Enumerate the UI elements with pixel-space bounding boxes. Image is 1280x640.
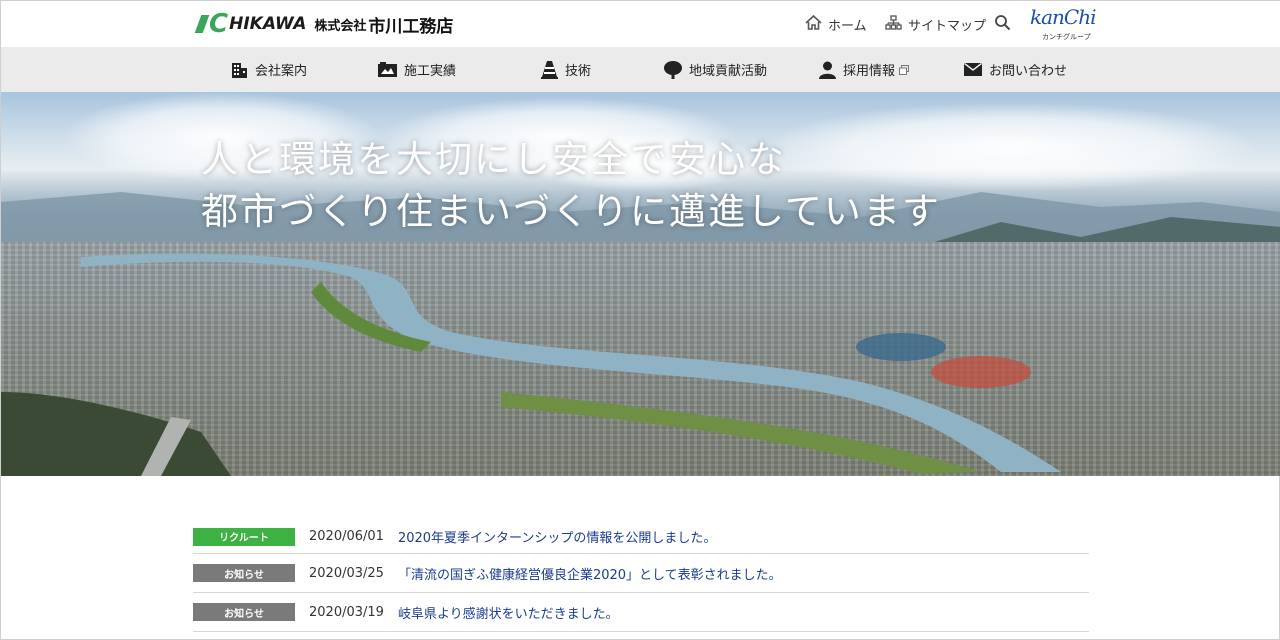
hero-catchcopy: 人と環境を大切にし安全で安心な 都市づくり住まいづくりに邁進しています	[201, 134, 941, 238]
sitemap-label: サイトマップ	[908, 19, 987, 34]
news-list: リクルート 2020/06/01 2020年夏季インターンシップの情報を公開しま…	[193, 520, 1089, 632]
logo-company-name: 市川工務店	[368, 16, 454, 37]
house-icon	[805, 14, 822, 34]
group-logo-text: kanChi	[1030, 5, 1097, 29]
nav-label: 会社案内	[255, 64, 308, 79]
sitemap-link[interactable]: サイトマップ	[885, 15, 986, 34]
hero-banner: 人と環境を大切にし安全で安心な 都市づくり住まいづくりに邁進しています	[1, 92, 1280, 476]
external-window-icon	[899, 64, 910, 75]
building-icon	[232, 63, 247, 78]
group-logo-subtext: カンチグループ	[1042, 33, 1091, 41]
nav-company-info[interactable]: 会社案内	[231, 47, 307, 92]
river-graphic	[1, 253, 1061, 476]
news-item[interactable]: お知らせ 2020/03/25 「清流の国ぎふ健康経営優良企業2020」として表…	[193, 554, 1089, 593]
news-item[interactable]: リクルート 2020/06/01 2020年夏季インターンシップの情報を公開しま…	[193, 520, 1089, 554]
nav-contact[interactable]: お問い合わせ	[964, 47, 1067, 92]
cone-icon	[541, 60, 558, 79]
nav-label: お問い合わせ	[989, 64, 1068, 79]
nav-works[interactable]: 施工実績	[378, 47, 456, 92]
site-header: C HIKAWA 株式会社 市川工務店 ホーム サイトマップ kanChi カン…	[1, 1, 1280, 47]
nav-label: 施工実績	[404, 64, 457, 79]
nav-label: 技術	[565, 64, 592, 79]
category-badge: お知らせ	[193, 564, 295, 582]
category-badge: リクルート	[193, 527, 295, 546]
main-navigation: 会社案内 施工実績 技術 地域貢献活動 採用情報 お問い合わせ	[1, 47, 1280, 92]
logo-company-type: 株式会社	[314, 18, 367, 34]
news-title-link[interactable]: 岐阜県より感謝状をいただきました。	[398, 603, 619, 622]
news-date: 2020/03/19	[309, 604, 384, 620]
nav-label: 地域貢献活動	[689, 64, 768, 79]
news-title-link[interactable]: 2020年夏季インターンシップの情報を公開しました。	[398, 527, 716, 546]
news-date: 2020/06/01	[309, 529, 384, 544]
nav-recruit[interactable]: 採用情報	[819, 47, 910, 92]
search-icon	[994, 14, 1011, 35]
nav-technology[interactable]: 技術	[541, 47, 591, 92]
company-logo[interactable]: C HIKAWA 株式会社 市川工務店	[194, 9, 454, 39]
tree-icon	[664, 60, 682, 79]
sitemap-icon	[885, 15, 902, 34]
news-item[interactable]: お知らせ 2020/03/19 岐阜県より感謝状をいただきました。	[193, 593, 1089, 632]
kanchi-group-logo[interactable]: kanChi カンチグループ	[1028, 5, 1097, 43]
home-label: ホーム	[828, 19, 867, 34]
hero-line-2: 都市づくり住まいづくりに邁進しています	[201, 190, 941, 233]
mail-icon	[964, 63, 982, 76]
nav-label: 採用情報	[843, 64, 896, 79]
news-title-link[interactable]: 「清流の国ぎふ健康経営優良企業2020」として表彰されました。	[398, 564, 782, 583]
category-badge: お知らせ	[193, 603, 295, 621]
nav-community[interactable]: 地域貢献活動	[664, 47, 767, 92]
logo-mark: C	[194, 11, 228, 37]
home-link[interactable]: ホーム	[805, 14, 867, 34]
hero-line-1: 人と環境を大切にし安全で安心な	[201, 138, 786, 181]
search-button[interactable]	[994, 14, 1017, 35]
news-date: 2020/03/25	[309, 565, 384, 581]
photo-icon	[378, 61, 397, 77]
logo-english: HIKAWA	[229, 14, 307, 34]
person-icon	[819, 61, 836, 79]
